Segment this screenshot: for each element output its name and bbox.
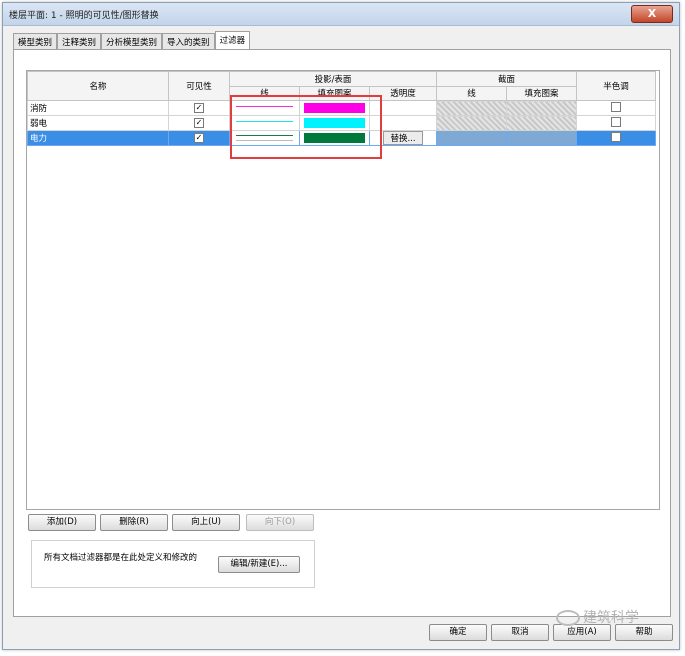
- header-halftone[interactable]: 半色调: [576, 71, 657, 101]
- tab-strip: 模型类别 注释类别 分析模型类别 导入的类别 过滤器: [13, 31, 251, 49]
- cut-fill-cell: [505, 115, 578, 131]
- visibility-checkbox[interactable]: ✓: [194, 118, 204, 128]
- header-projection-surface: 投影/表面: [229, 71, 437, 87]
- move-down-button[interactable]: 向下(O): [246, 514, 314, 531]
- tab-annotation-categories[interactable]: 注释类别: [57, 33, 102, 49]
- header-visibility[interactable]: 可见性: [168, 71, 230, 101]
- edit-new-button[interactable]: 编辑/新建(E)...: [218, 556, 300, 573]
- row-name[interactable]: 电力: [27, 130, 169, 146]
- row-name[interactable]: 消防: [27, 100, 169, 116]
- cut-fill-cell: [505, 130, 578, 146]
- title-bar[interactable]: 楼层平面: 1 - 照明的可见性/图形替换 X: [3, 3, 679, 26]
- row-name[interactable]: 弱电: [27, 115, 169, 131]
- halftone-checkbox[interactable]: [611, 131, 622, 142]
- tab-model-categories[interactable]: 模型类别: [13, 33, 58, 49]
- close-button[interactable]: X: [631, 5, 673, 23]
- cut-line-cell: [436, 130, 507, 146]
- move-up-button[interactable]: 向上(U): [172, 514, 240, 531]
- window-title: 楼层平面: 1 - 照明的可见性/图形替换: [9, 11, 159, 21]
- halftone-checkbox[interactable]: [611, 101, 622, 112]
- header-cut-line: 线: [436, 85, 507, 101]
- cut-line-cell: [436, 115, 507, 131]
- header-name[interactable]: 名称: [27, 71, 169, 101]
- cut-line-cell: [436, 100, 507, 116]
- tab-filters[interactable]: 过滤器: [214, 31, 251, 49]
- visibility-checkbox[interactable]: ✓: [194, 103, 204, 113]
- watermark: 建筑科学: [556, 607, 639, 627]
- filter-note-text: 所有文档过滤器都是在此处定义和修改的: [44, 553, 198, 563]
- delete-filter-button[interactable]: 删除(R): [100, 514, 168, 531]
- tab-imported-categories[interactable]: 导入的类别: [162, 33, 215, 49]
- halftone-checkbox[interactable]: [611, 116, 622, 127]
- cut-fill-cell: [505, 100, 578, 116]
- wechat-icon: [556, 610, 580, 626]
- add-filter-button[interactable]: 添加(D): [28, 514, 96, 531]
- watermark-text: 建筑科学: [583, 610, 639, 626]
- tab-analytical-model-categories[interactable]: 分析模型类别: [101, 33, 163, 49]
- annotation-highlight-box: [230, 95, 382, 159]
- cancel-button[interactable]: 取消: [491, 624, 549, 641]
- override-button[interactable]: 替换...: [383, 131, 423, 145]
- ok-button[interactable]: 确定: [429, 624, 487, 641]
- visibility-checkbox[interactable]: ✓: [194, 133, 204, 143]
- filter-note-box: 所有文档过滤器都是在此处定义和修改的 编辑/新建(E)...: [31, 540, 315, 588]
- header-cut-fill-pattern: 填充图案: [505, 85, 578, 101]
- header-cut: 截面: [435, 71, 578, 87]
